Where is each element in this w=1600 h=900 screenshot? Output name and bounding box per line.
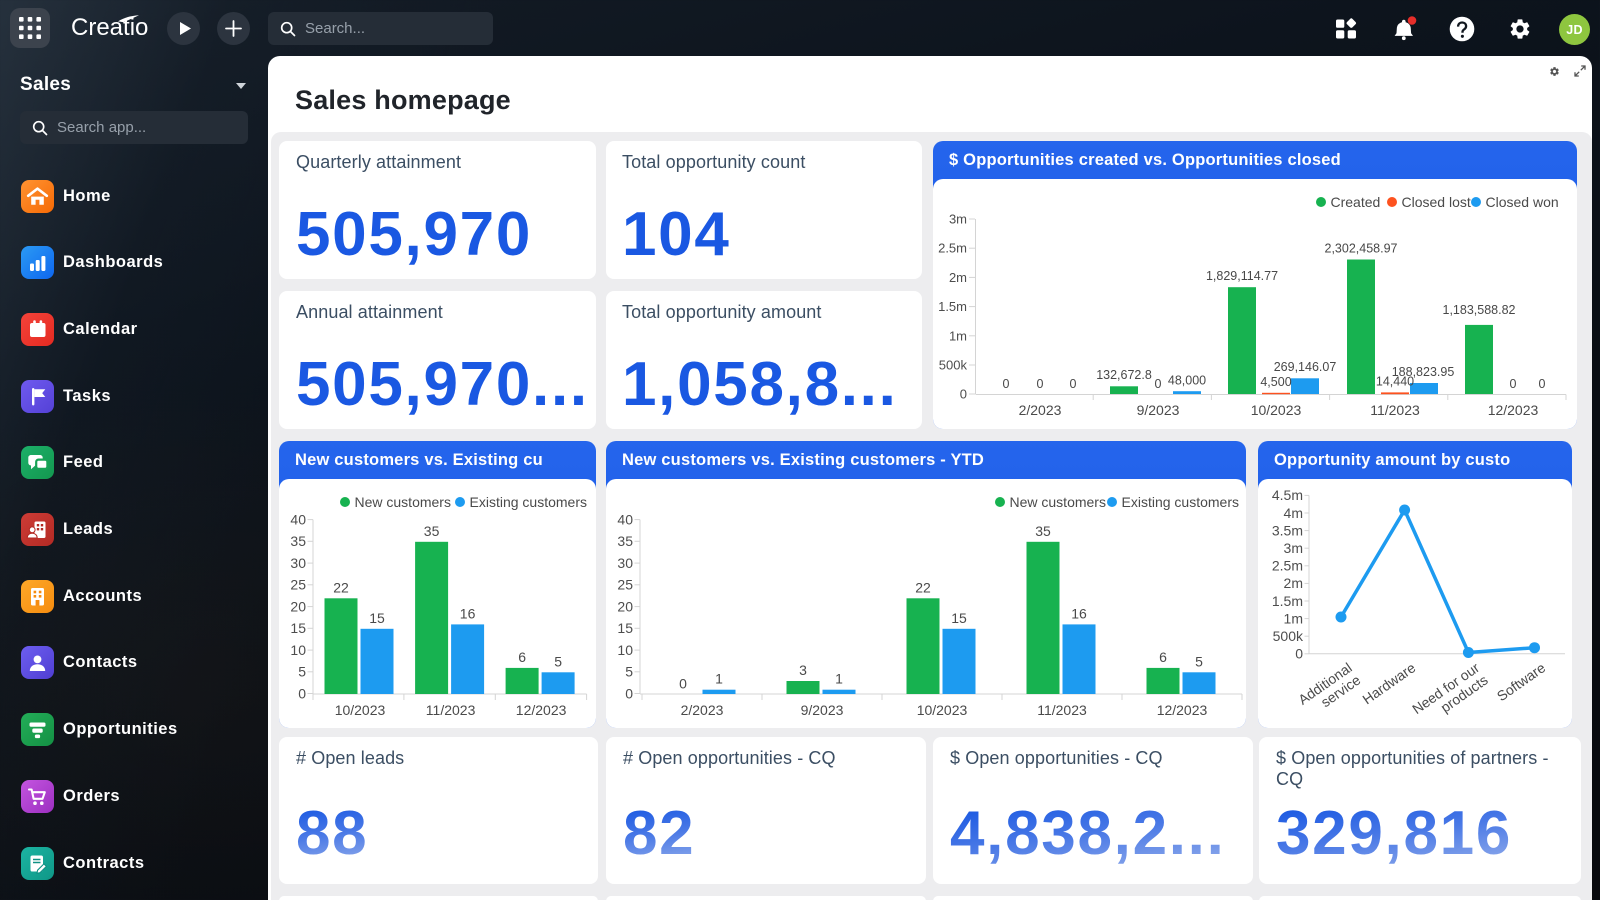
svg-text:22: 22: [333, 579, 349, 595]
svg-text:New customers: New customers: [355, 494, 451, 510]
svg-text:6: 6: [518, 649, 526, 665]
svg-text:0: 0: [679, 676, 687, 692]
svg-text:1: 1: [835, 671, 843, 687]
svg-text:15: 15: [951, 610, 967, 626]
svg-text:11/2023: 11/2023: [426, 702, 476, 718]
svg-text:4,500: 4,500: [1260, 375, 1291, 389]
svg-text:2.5m: 2.5m: [938, 241, 967, 256]
svg-text:Hardware: Hardware: [1359, 659, 1418, 707]
svg-text:Additionalservice: Additionalservice: [1295, 659, 1363, 720]
svg-text:11/2023: 11/2023: [1037, 702, 1087, 718]
svg-text:132,672.8: 132,672.8: [1096, 368, 1152, 382]
svg-text:1,183,588.82: 1,183,588.82: [1443, 303, 1516, 317]
svg-text:5: 5: [298, 664, 306, 680]
svg-text:269,146.07: 269,146.07: [1274, 360, 1337, 374]
svg-text:12/2023: 12/2023: [1488, 402, 1539, 418]
svg-text:15: 15: [290, 620, 306, 636]
svg-text:9/2023: 9/2023: [1137, 402, 1180, 418]
svg-text:Existing customers: Existing customers: [1122, 494, 1239, 510]
svg-text:0: 0: [298, 685, 306, 701]
svg-text:25: 25: [290, 577, 306, 593]
svg-text:15: 15: [617, 620, 633, 636]
svg-text:20: 20: [290, 598, 306, 614]
svg-text:0: 0: [1070, 377, 1077, 391]
svg-text:16: 16: [1071, 605, 1087, 621]
svg-text:16: 16: [460, 605, 476, 621]
svg-text:9/2023: 9/2023: [801, 702, 844, 718]
svg-text:10: 10: [290, 642, 306, 658]
svg-text:2.5m: 2.5m: [1272, 558, 1303, 574]
svg-text:2m: 2m: [949, 270, 967, 285]
svg-text:0: 0: [960, 387, 967, 402]
svg-text:1.5m: 1.5m: [938, 299, 967, 314]
svg-text:5: 5: [554, 653, 562, 669]
svg-text:Software: Software: [1494, 659, 1549, 704]
svg-text:12/2023: 12/2023: [516, 702, 567, 718]
svg-text:2,302,458.97: 2,302,458.97: [1325, 242, 1398, 256]
svg-text:0: 0: [1510, 377, 1517, 391]
svg-text:5: 5: [625, 664, 633, 680]
svg-text:0: 0: [1155, 377, 1162, 391]
svg-text:2m: 2m: [1284, 575, 1303, 591]
svg-text:10/2023: 10/2023: [917, 702, 968, 718]
svg-text:4.5m: 4.5m: [1272, 487, 1303, 503]
svg-text:30: 30: [290, 555, 306, 571]
svg-text:0: 0: [1003, 377, 1010, 391]
svg-text:Need for ourproducts: Need for ourproducts: [1409, 659, 1491, 728]
svg-text:22: 22: [915, 579, 931, 595]
svg-text:11/2023: 11/2023: [1370, 402, 1420, 418]
svg-text:3.5m: 3.5m: [1272, 522, 1303, 538]
svg-text:New customers: New customers: [1010, 494, 1106, 510]
svg-text:3m: 3m: [949, 212, 967, 227]
svg-text:48,000: 48,000: [1168, 374, 1206, 388]
svg-text:4m: 4m: [1284, 505, 1303, 521]
svg-text:Existing customers: Existing customers: [470, 494, 587, 510]
svg-text:2/2023: 2/2023: [1019, 402, 1062, 418]
svg-text:10/2023: 10/2023: [335, 702, 386, 718]
svg-text:0: 0: [1539, 377, 1546, 391]
svg-text:500k: 500k: [1273, 628, 1304, 644]
svg-text:35: 35: [1035, 523, 1051, 539]
svg-text:3m: 3m: [1284, 540, 1303, 556]
svg-text:10/2023: 10/2023: [1251, 402, 1302, 418]
svg-text:0: 0: [1295, 646, 1303, 662]
svg-text:Closed lost: Closed lost: [1402, 194, 1471, 210]
svg-text:40: 40: [290, 511, 306, 527]
svg-text:3: 3: [799, 662, 807, 678]
svg-text:Created: Created: [1331, 194, 1381, 210]
svg-text:1,829,114.77: 1,829,114.77: [1206, 269, 1278, 283]
svg-text:5: 5: [1195, 653, 1203, 669]
svg-text:0: 0: [625, 685, 633, 701]
svg-text:30: 30: [617, 555, 633, 571]
svg-text:188,823.95: 188,823.95: [1392, 365, 1455, 379]
svg-text:15: 15: [369, 610, 385, 626]
svg-text:Closed won: Closed won: [1486, 194, 1559, 210]
svg-text:1.5m: 1.5m: [1272, 593, 1303, 609]
svg-text:6: 6: [1159, 649, 1167, 665]
svg-text:10: 10: [617, 642, 633, 658]
svg-text:35: 35: [290, 533, 306, 549]
svg-text:0: 0: [1037, 377, 1044, 391]
svg-text:40: 40: [617, 511, 633, 527]
svg-text:1m: 1m: [949, 328, 967, 343]
svg-text:1: 1: [715, 671, 723, 687]
svg-text:2/2023: 2/2023: [681, 702, 724, 718]
svg-text:35: 35: [424, 523, 440, 539]
svg-text:25: 25: [617, 577, 633, 593]
svg-text:20: 20: [617, 598, 633, 614]
svg-text:500k: 500k: [939, 358, 968, 373]
svg-text:12/2023: 12/2023: [1157, 702, 1208, 718]
svg-text:35: 35: [617, 533, 633, 549]
svg-text:1m: 1m: [1284, 610, 1303, 626]
